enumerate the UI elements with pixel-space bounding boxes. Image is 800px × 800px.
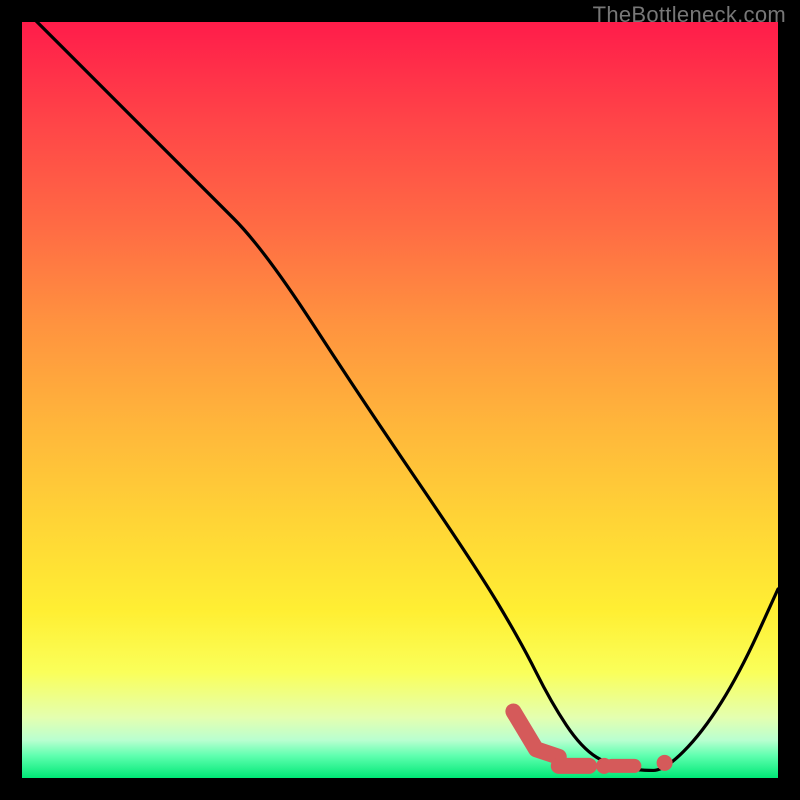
valley-segment <box>513 711 558 756</box>
valley-markers <box>513 711 672 773</box>
chart-frame: TheBottleneck.com <box>0 0 800 800</box>
plot-area <box>22 22 778 778</box>
valley-dot-2 <box>657 755 673 771</box>
curve-layer <box>22 22 778 778</box>
bottleneck-curve <box>22 7 778 771</box>
